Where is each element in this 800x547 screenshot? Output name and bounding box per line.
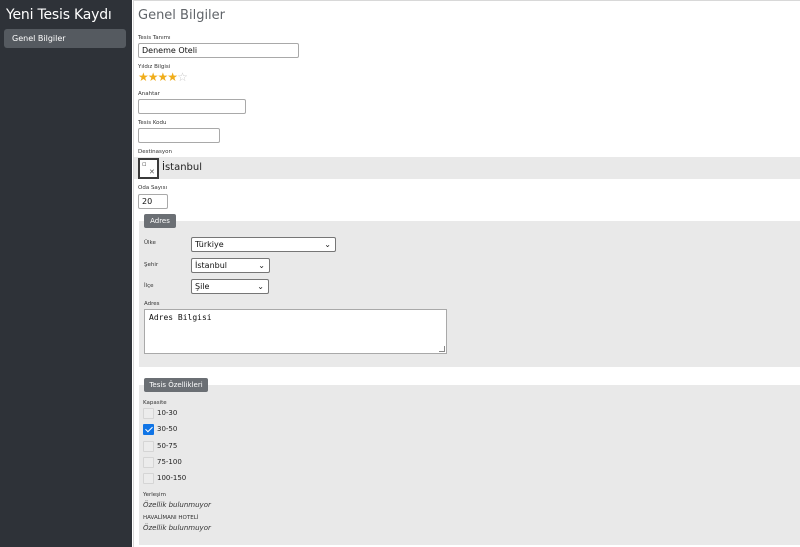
star-icon[interactable]: ★: [158, 70, 169, 84]
ulke-value: Türkiye: [195, 240, 224, 249]
adres-textarea[interactable]: Adres Bilgisi: [144, 309, 447, 354]
tesis-ozellikleri-legend: Tesis Özellikleri: [144, 378, 208, 392]
tesis-tanimi-label: Tesis Tanımı: [138, 35, 171, 41]
anahtar-input[interactable]: [138, 99, 246, 114]
kapasite-option-label: 30-50: [157, 425, 178, 433]
tesis-ozellikleri-fieldset: Tesis Özellikleri Kapasite 10-30 30-50 5…: [139, 378, 800, 545]
destinasyon-label: Destinasyon: [138, 149, 172, 155]
oda-sayisi-input[interactable]: 20: [138, 194, 168, 209]
kapasite-option-label: 75-100: [157, 458, 182, 466]
page-title: Genel Bilgiler: [138, 8, 226, 23]
sehir-select[interactable]: İstanbul ⌄: [191, 258, 270, 273]
kapasite-option-label: 100-150: [157, 474, 187, 482]
tesis-kodu-label: Tesis Kodu: [138, 120, 167, 126]
kapasite-label: Kapasite: [143, 400, 167, 406]
kapasite-checkbox[interactable]: [143, 473, 154, 484]
kapasite-checkbox[interactable]: [143, 441, 154, 452]
yerlesim-label: Yerleşim: [143, 492, 166, 498]
oda-sayisi-label: Oda Sayısı: [138, 185, 167, 191]
ilce-select[interactable]: Şile ⌄: [191, 279, 269, 294]
tesis-kodu-input[interactable]: [138, 128, 220, 143]
kapasite-checkbox-checked[interactable]: [143, 424, 154, 435]
destinasyon-row[interactable]: ▫ ✕ İstanbul: [134, 157, 800, 179]
adres-textarea-value: Adres Bilgisi: [149, 313, 212, 322]
adres-text-label: Adres: [144, 301, 160, 307]
havalimani-label: HAVALİMANI HOTELİ: [143, 515, 199, 521]
sidebar: Yeni Tesis Kaydı Genel Bilgiler: [0, 0, 132, 547]
anahtar-label: Anahtar: [138, 91, 160, 97]
chevron-down-icon: ⌄: [258, 261, 265, 270]
app-title: Yeni Tesis Kaydı: [6, 7, 112, 23]
tesis-tanimi-input[interactable]: Deneme Oteli: [138, 43, 299, 58]
sehir-label: Şehir: [144, 262, 159, 268]
ulke-label: Ülke: [144, 240, 156, 246]
kapasite-checkbox[interactable]: [143, 408, 154, 419]
star-icon[interactable]: ★: [148, 70, 159, 84]
yerlesim-value: Özellik bulunmuyor: [143, 501, 211, 509]
destinasyon-value: İstanbul: [162, 162, 203, 173]
ilce-label: İlçe: [144, 283, 154, 289]
main-content: Genel Bilgiler Tesis Tanımı Deneme Oteli…: [133, 0, 800, 547]
sehir-value: İstanbul: [195, 261, 228, 270]
star-rating[interactable]: ★★★★☆: [138, 70, 188, 84]
broken-image-icon: ▫ ✕: [138, 158, 159, 179]
ilce-value: Şile: [195, 282, 210, 291]
chevron-down-icon: ⌄: [324, 240, 331, 249]
kapasite-option-label: 50-75: [157, 442, 178, 450]
havalimani-value: Özellik bulunmuyor: [143, 524, 211, 532]
ulke-select[interactable]: Türkiye ⌄: [191, 237, 336, 252]
star-icon[interactable]: ★: [138, 70, 149, 84]
adres-fieldset: Adres Ülke Türkiye ⌄ Şehir İstanbul ⌄ İl…: [139, 214, 800, 367]
star-empty-icon[interactable]: ☆: [177, 70, 188, 84]
kapasite-checkbox[interactable]: [143, 457, 154, 468]
resize-handle-icon[interactable]: [439, 346, 445, 352]
sidebar-item-genel-bilgiler[interactable]: Genel Bilgiler: [4, 29, 126, 48]
kapasite-option-label: 10-30: [157, 409, 178, 417]
star-icon[interactable]: ★: [167, 70, 178, 84]
chevron-down-icon: ⌄: [257, 282, 264, 291]
adres-legend: Adres: [144, 214, 176, 228]
